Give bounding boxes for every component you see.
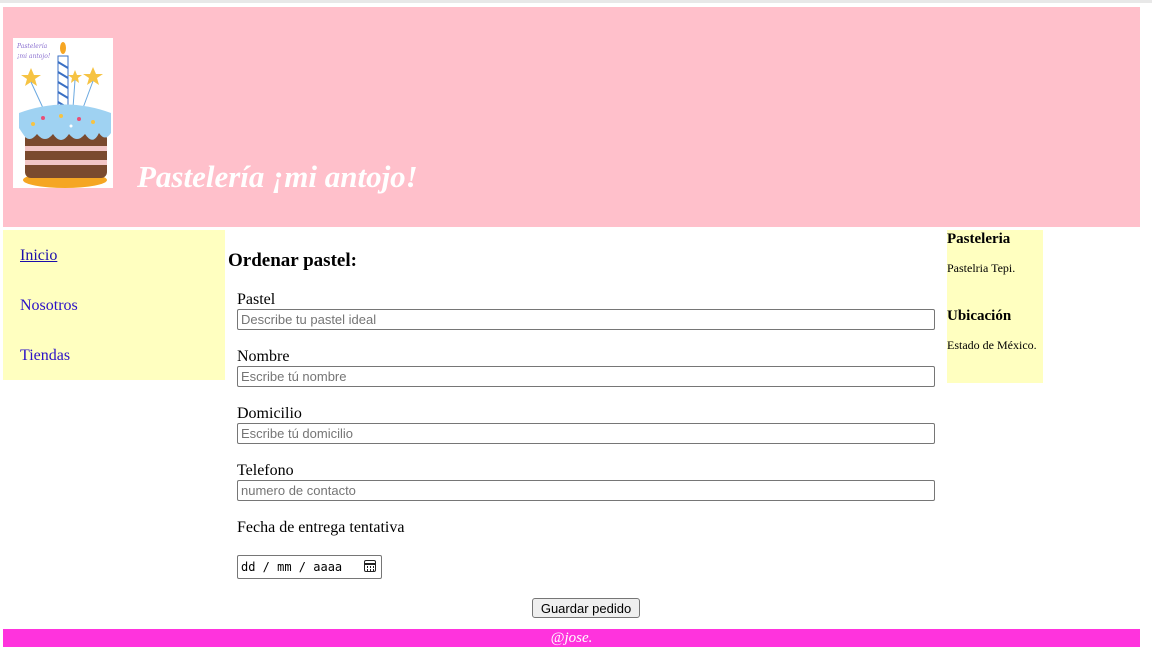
nav-link-tiendas[interactable]: Tiendas	[20, 346, 70, 366]
fecha-label: Fecha de entrega tentativa	[237, 519, 405, 536]
left-nav: Inicio Nosotros Tiendas	[3, 230, 225, 380]
nombre-input[interactable]	[237, 366, 935, 387]
cake-logo: Pastelería ¡mi antojo!	[13, 38, 113, 188]
aside-heading-ubicacion: Ubicación	[947, 308, 1012, 324]
telefono-input[interactable]	[237, 480, 935, 501]
nav-link-inicio[interactable]: Inicio	[20, 246, 57, 266]
aside-heading-pasteleria: Pasteleria	[947, 231, 1011, 247]
domicilio-input[interactable]	[237, 423, 935, 444]
form-title: Ordenar pastel:	[228, 250, 357, 271]
pastel-input[interactable]	[237, 309, 935, 330]
site-footer: @jose.	[3, 629, 1140, 647]
aside-text-pasteleria: Pastelria Tepi.	[947, 261, 1016, 275]
domicilio-label: Domicilio	[237, 405, 302, 422]
right-aside: Pasteleria Pastelria Tepi. Ubicación Est…	[947, 230, 1043, 383]
pastel-label: Pastel	[237, 291, 276, 308]
logo-caption: Pastelería ¡mi antojo!	[17, 43, 51, 60]
fecha-date-input[interactable]: dd / mm / aaaa	[237, 555, 382, 579]
site-title: Pastelería ¡mi antojo!	[137, 159, 418, 194]
calendar-icon[interactable]	[364, 560, 376, 572]
date-placeholder: dd / mm / aaaa	[241, 560, 343, 574]
aside-text-ubicacion: Estado de México.	[947, 338, 1037, 352]
guardar-pedido-button[interactable]: Guardar pedido	[532, 598, 640, 618]
nav-link-nosotros[interactable]: Nosotros	[20, 296, 78, 316]
site-header: Pastelería ¡mi antojo! Pastelería ¡mi an…	[3, 7, 1140, 227]
nombre-label: Nombre	[237, 348, 290, 365]
telefono-label: Telefono	[237, 462, 294, 479]
order-form-section: Ordenar pastel: Pastel Nombre Domicilio …	[228, 240, 943, 625]
browser-top-border	[0, 0, 1152, 3]
footer-text: @jose.	[550, 630, 593, 646]
